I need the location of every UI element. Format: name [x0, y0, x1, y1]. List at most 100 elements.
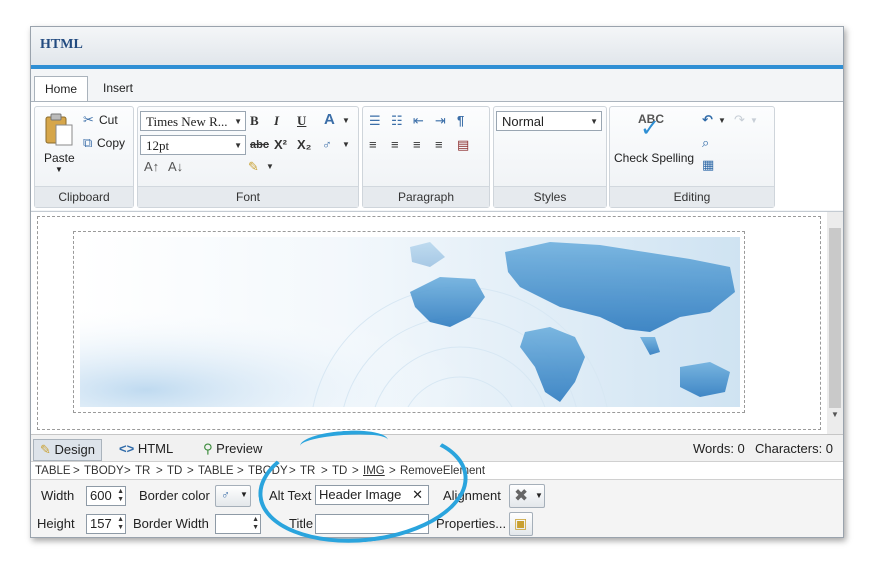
superscript-icon[interactable]: X²: [274, 137, 287, 153]
styles-group-label: Styles: [494, 186, 606, 207]
spellcheck-icon: ✓: [640, 115, 661, 142]
scrollbar-thumb[interactable]: [829, 228, 841, 408]
copy-button[interactable]: ⧉ Copy: [83, 135, 131, 153]
alignment-select[interactable]: ✖ ▼: [509, 484, 545, 508]
design-mode-button[interactable]: ✎ Design: [33, 439, 102, 461]
header-image[interactable]: [80, 237, 740, 407]
breadcrumb-item[interactable]: TABLE: [198, 462, 234, 480]
breadcrumb-item[interactable]: TD: [167, 462, 182, 480]
properties-icon: ▣: [514, 515, 528, 531]
editor-content-area[interactable]: ▼: [31, 212, 843, 434]
paste-icon: [45, 113, 73, 146]
paste-dropdown-icon[interactable]: ▼: [55, 165, 63, 174]
scissors-icon: ✂: [83, 112, 94, 127]
breadcrumb-separator: >: [156, 465, 163, 477]
border-width-stepper[interactable]: ▲ ▼: [215, 514, 261, 534]
breadcrumb-item[interactable]: TR: [135, 462, 150, 480]
find-icon[interactable]: ⌕: [702, 135, 709, 151]
grow-font-icon[interactable]: A↑: [144, 159, 159, 175]
font-size-value: 12pt: [146, 138, 170, 153]
character-count: Characters: 0: [755, 441, 834, 456]
chevron-down-icon: ▼: [234, 141, 242, 150]
chevron-down-icon: ▼: [234, 117, 242, 126]
pencil-icon: ✎: [40, 442, 51, 457]
breadcrumb-separator: >: [124, 465, 131, 477]
font-name-select[interactable]: Times New R... ▼: [140, 111, 246, 131]
indent-icon[interactable]: ⇥: [435, 113, 446, 129]
cut-label: Cut: [99, 113, 118, 127]
breadcrumb-separator: >: [187, 465, 194, 477]
strikethrough-icon[interactable]: abc: [250, 137, 269, 153]
height-value: 157: [90, 516, 112, 531]
height-stepper[interactable]: 157 ▲ ▼: [86, 514, 126, 534]
border-color-label: Border color: [139, 488, 210, 503]
spin-arrows-icon[interactable]: ▲ ▼: [117, 516, 124, 532]
title-bar: HTML: [31, 27, 843, 69]
shrink-font-icon[interactable]: A↓: [168, 159, 183, 175]
align-left-icon[interactable]: ≡: [369, 137, 377, 153]
justify-icon[interactable]: ≡: [435, 137, 443, 153]
paragraph-marks-icon[interactable]: ¶: [457, 113, 464, 129]
subscript-icon[interactable]: X₂: [297, 137, 311, 153]
breadcrumb-item[interactable]: TBODY: [84, 462, 124, 480]
chevron-down-icon[interactable]: ▼: [342, 137, 350, 153]
scroll-down-icon[interactable]: ▼: [831, 410, 839, 419]
height-label: Height: [37, 516, 75, 531]
html-mode-button[interactable]: <> HTML: [119, 439, 173, 459]
preview-mode-button[interactable]: ⚲ Preview: [203, 439, 262, 459]
chevron-down-icon[interactable]: ▼: [266, 159, 274, 175]
font-size-select[interactable]: 12pt ▼: [140, 135, 246, 155]
clipboard-group: Paste ▼ ✂ Cut ⧉ Copy Clipboard: [34, 106, 134, 208]
paragraph-group: ☰ ☷ ⇤ ⇥ ¶ ≡ ≡ ≡ ≡ ▤ Paragraph: [362, 106, 490, 208]
style-select[interactable]: Normal ▼: [496, 111, 602, 131]
highlight-icon[interactable]: ♂: [322, 137, 332, 153]
code-icon: <>: [119, 441, 135, 456]
chevron-down-icon[interactable]: ▼: [718, 113, 726, 129]
clipboard-group-label: Clipboard: [35, 186, 133, 207]
bullet-list-icon[interactable]: ☰: [369, 113, 381, 129]
undo-icon[interactable]: ↶: [702, 112, 713, 128]
numbered-list-icon[interactable]: ☷: [391, 113, 403, 129]
width-stepper[interactable]: 600 ▲ ▼: [86, 486, 126, 506]
spin-arrows-icon[interactable]: ▲ ▼: [117, 488, 124, 504]
chevron-down-icon: ▼: [590, 117, 598, 126]
properties-button[interactable]: ▣: [509, 512, 533, 536]
chevron-down-icon: ▼: [535, 491, 543, 500]
world-map-graphic: [80, 237, 740, 407]
border-width-label: Border Width: [133, 516, 209, 531]
word-count: Words: 0: [693, 441, 745, 456]
copy-label: Copy: [97, 136, 126, 150]
width-value: 600: [90, 488, 112, 503]
window-title: HTML: [40, 37, 83, 52]
underline-icon[interactable]: U: [297, 113, 306, 129]
chevron-down-icon: ▼: [240, 490, 248, 499]
chevron-down-icon[interactable]: ▼: [342, 113, 350, 129]
italic-icon[interactable]: I: [274, 113, 279, 129]
copy-icon: ⧉: [83, 135, 93, 150]
properties-label[interactable]: Properties...: [436, 516, 506, 531]
styles-group: Normal ▼ Styles: [493, 106, 607, 208]
no-alignment-icon: ✖: [514, 486, 529, 505]
tab-home[interactable]: Home: [34, 76, 89, 102]
style-value: Normal: [502, 114, 544, 129]
redo-icon[interactable]: ↷: [734, 112, 745, 128]
chevron-down-icon[interactable]: ▼: [750, 113, 758, 129]
paste-button[interactable]: Paste ▼: [39, 111, 79, 175]
outdent-icon[interactable]: ⇤: [413, 113, 424, 129]
spin-arrows-icon[interactable]: ▲ ▼: [252, 516, 259, 532]
cut-button[interactable]: ✂ Cut: [83, 112, 129, 130]
clear-format-icon[interactable]: ✎: [248, 159, 259, 175]
select-all-icon[interactable]: ▦: [702, 157, 714, 173]
bold-icon[interactable]: B: [250, 113, 259, 129]
remove-format-icon[interactable]: ▤: [457, 137, 469, 153]
border-color-picker[interactable]: ♂ ▼: [215, 485, 251, 507]
magnifier-icon: ⚲: [203, 441, 213, 456]
align-center-icon[interactable]: ≡: [391, 137, 399, 153]
check-spelling-button[interactable]: ABC ✓ Check Spelling: [612, 109, 698, 175]
breadcrumb-item[interactable]: TABLE: [35, 462, 71, 480]
align-right-icon[interactable]: ≡: [413, 137, 421, 153]
tab-insert[interactable]: Insert: [93, 76, 143, 100]
vertical-scrollbar[interactable]: ▼: [827, 212, 843, 434]
font-group-label: Font: [138, 186, 358, 207]
font-color-icon[interactable]: A: [324, 112, 335, 128]
